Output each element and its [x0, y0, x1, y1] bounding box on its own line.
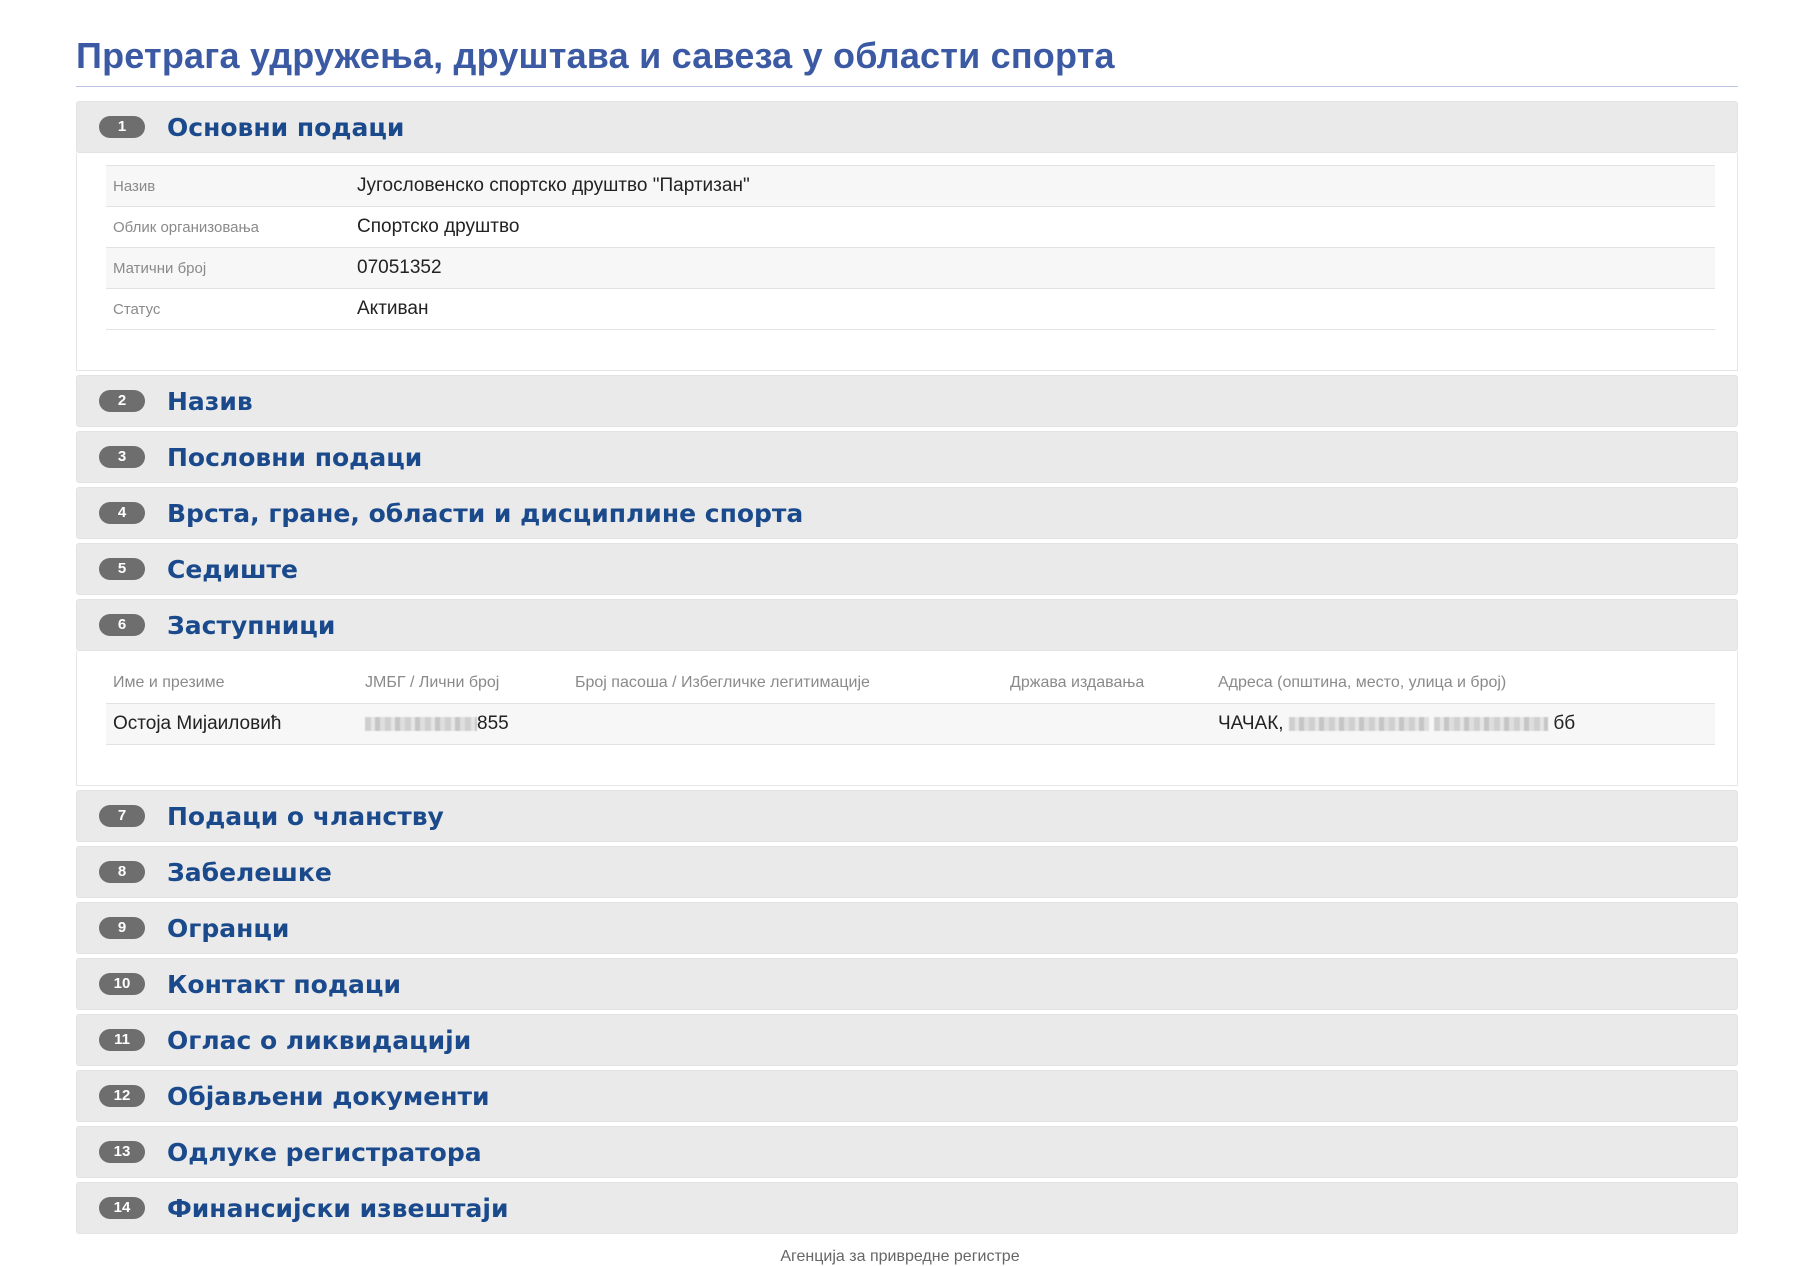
section-name: 2 Назив: [76, 375, 1738, 427]
section-header-registrar-decisions[interactable]: 13 Одлуке регистратора: [76, 1126, 1738, 1178]
table-row: Назив Југословенско спортско друштво "Па…: [106, 165, 1715, 207]
section-registrar-decisions: 13 Одлуке регистратора: [76, 1126, 1738, 1178]
section-title: Заступници: [167, 610, 336, 640]
section-header-financial-reports[interactable]: 14 Финансијски извештаји: [76, 1182, 1738, 1234]
redacted-blur: [365, 716, 477, 731]
representative-address: ЧАЧАК, бб: [1211, 703, 1715, 745]
section-header-notes[interactable]: 8 Забелешке: [76, 846, 1738, 898]
section-title: Забелешке: [167, 857, 332, 887]
section-header-business-data[interactable]: 3 Пословни подаци: [76, 431, 1738, 483]
table-row: Матични број 07051352: [106, 247, 1715, 289]
column-header-address: Адреса (општина, место, улица и број): [1218, 674, 1507, 691]
section-header-membership[interactable]: 7 Подаци о чланству: [76, 790, 1738, 842]
section-number-badge: 9: [99, 917, 145, 939]
section-published-documents: 12 Објављени документи: [76, 1070, 1738, 1122]
basic-data-table: Назив Југословенско спортско друштво "Па…: [106, 165, 1715, 330]
section-header-headquarters[interactable]: 5 Седиште: [76, 543, 1738, 595]
section-number-badge: 6: [99, 614, 145, 636]
address-prefix: ЧАЧАК,: [1218, 713, 1284, 734]
section-number-badge: 5: [99, 558, 145, 580]
jmbg-suffix: 855: [477, 713, 509, 734]
address-suffix: бб: [1553, 713, 1576, 734]
section-title: Седиште: [167, 554, 299, 584]
section-financial-reports: 14 Финансијски извештаји: [76, 1182, 1738, 1234]
section-number-badge: 1: [99, 116, 145, 138]
representative-jmbg: 855: [358, 703, 568, 745]
section-number-badge: 13: [99, 1141, 145, 1163]
field-value: Југословенско спортско друштво "Партизан…: [357, 175, 750, 196]
section-number-badge: 12: [99, 1085, 145, 1107]
field-label: Облик организовања: [113, 218, 260, 236]
column-header-name: Име и презиме: [113, 674, 225, 691]
field-value: Активан: [357, 298, 429, 319]
column-header-jmbg: ЈМБГ / Лични број: [365, 674, 500, 691]
representatives-table: Име и презиме ЈМБГ / Лични број Број пас…: [106, 663, 1715, 745]
section-basic-data: 1 Основни подаци Назив Југословенско спо…: [76, 101, 1738, 371]
section-notes: 8 Забелешке: [76, 846, 1738, 898]
field-label: Статус: [113, 300, 161, 318]
section-business-data: 3 Пословни подаци: [76, 431, 1738, 483]
section-headquarters: 5 Седиште: [76, 543, 1738, 595]
field-value: 07051352: [357, 257, 442, 278]
section-number-badge: 10: [99, 973, 145, 995]
section-header-representatives[interactable]: 6 Заступници: [76, 599, 1738, 651]
section-title: Оглас о ликвидацији: [167, 1025, 472, 1055]
section-header-branches[interactable]: 9 Огранци: [76, 902, 1738, 954]
page-container: Претрага удружења, друштава и савеза у о…: [76, 32, 1738, 1238]
section-title: Одлуке регистратора: [167, 1137, 482, 1167]
section-title: Контакт подаци: [167, 969, 401, 999]
section-title: Подаци о чланству: [167, 801, 444, 831]
section-body-representatives: Име и презиме ЈМБГ / Лични број Број пас…: [76, 651, 1738, 786]
sections-accordion: 1 Основни подаци Назив Југословенско спо…: [76, 101, 1738, 1234]
section-header-contact[interactable]: 10 Контакт подаци: [76, 958, 1738, 1010]
column-header-country: Држава издавања: [1010, 674, 1145, 691]
section-title: Огранци: [167, 913, 290, 943]
table-row: Облик организовања Спортско друштво: [106, 206, 1715, 248]
section-number-badge: 8: [99, 861, 145, 883]
section-title: Назив: [167, 386, 253, 416]
section-number-badge: 7: [99, 805, 145, 827]
table-header-row: Име и презиме ЈМБГ / Лични број Број пас…: [106, 663, 1715, 704]
section-title: Основни подаци: [167, 112, 405, 142]
redacted-blur: [1434, 716, 1549, 731]
redacted-blur: [1288, 716, 1429, 731]
section-contact: 10 Контакт подаци: [76, 958, 1738, 1010]
section-representatives: 6 Заступници Име и презиме ЈМБГ / Лични …: [76, 599, 1738, 786]
section-header-name[interactable]: 2 Назив: [76, 375, 1738, 427]
section-title: Објављени документи: [167, 1081, 490, 1111]
footer-text: Агенција за привредне регистре: [780, 1248, 1020, 1265]
section-header-basic-data[interactable]: 1 Основни подаци: [76, 101, 1738, 153]
section-title: Врста, гране, области и дисциплине спорт…: [167, 498, 804, 528]
section-header-sport-types[interactable]: 4 Врста, гране, области и дисциплине спо…: [76, 487, 1738, 539]
section-title: Пословни подаци: [167, 442, 423, 472]
section-sport-types: 4 Врста, гране, области и дисциплине спо…: [76, 487, 1738, 539]
representative-country: [1003, 703, 1211, 745]
field-value: Спортско друштво: [357, 216, 520, 237]
field-label: Назив: [113, 177, 156, 195]
field-label: Матични број: [113, 259, 207, 277]
section-number-badge: 3: [99, 446, 145, 468]
section-membership: 7 Подаци о чланству: [76, 790, 1738, 842]
page-title: Претрага удружења, друштава и савеза у о…: [76, 32, 1738, 87]
representative-name: Остоја Мијаиловић: [106, 703, 358, 745]
table-row: Статус Активан: [106, 288, 1715, 330]
section-title: Финансијски извештаји: [167, 1193, 509, 1223]
section-header-liquidation-notice[interactable]: 11 Оглас о ликвидацији: [76, 1014, 1738, 1066]
section-branches: 9 Огранци: [76, 902, 1738, 954]
table-row: Остоја Мијаиловић 855 ЧАЧАК, бб: [106, 703, 1715, 745]
section-number-badge: 2: [99, 390, 145, 412]
representative-passport: [568, 703, 1003, 745]
section-body-basic-data: Назив Југословенско спортско друштво "Па…: [76, 153, 1738, 371]
column-header-passport: Број пасоша / Избегличке легитимације: [575, 674, 870, 691]
section-number-badge: 14: [99, 1197, 145, 1219]
section-number-badge: 4: [99, 502, 145, 524]
section-number-badge: 11: [99, 1029, 145, 1051]
section-liquidation-notice: 11 Оглас о ликвидацији: [76, 1014, 1738, 1066]
section-header-published-documents[interactable]: 12 Објављени документи: [76, 1070, 1738, 1122]
